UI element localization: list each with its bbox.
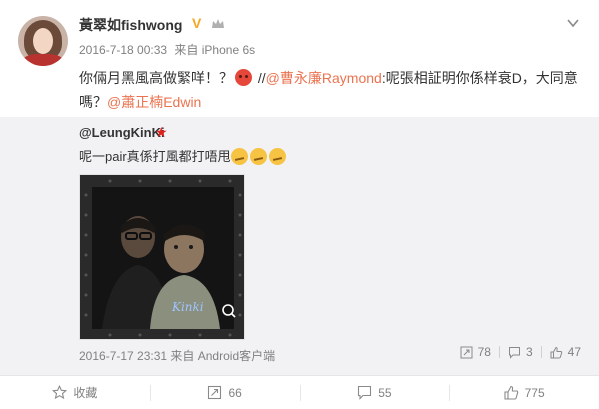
chevron-down-icon[interactable]: [566, 16, 580, 30]
crown-icon[interactable]: [211, 18, 225, 30]
post-timestamp[interactable]: 2016-7-18 00:33: [79, 43, 167, 57]
avatar-face: [33, 28, 53, 54]
repost-icon: [460, 346, 473, 358]
star-icon: ★: [155, 124, 168, 140]
angry-emoji-icon: [235, 69, 252, 86]
repost-comments-count: 3: [525, 345, 533, 359]
repost-author[interactable]: @LeungKinKi: [79, 125, 165, 140]
stat-divider: [540, 346, 542, 358]
comment-button[interactable]: 55: [299, 376, 450, 409]
weibo-post: 黃翠如fishwong V 2016-7-18 00:33 来自 iPhone …: [0, 0, 599, 409]
comment-icon: [358, 385, 372, 400]
repost-icon: [208, 385, 222, 400]
favorite-icon: [52, 385, 68, 400]
repost-timestamp[interactable]: 2016-7-17 23:31: [79, 349, 167, 363]
photo-watermark: Kinki: [171, 300, 204, 314]
smirk-emoji-icon: [230, 148, 248, 165]
repost-text: 呢一pair真係打風都打唔甩: [79, 146, 288, 168]
repost-likes[interactable]: 47: [550, 345, 581, 359]
action-bar: 收藏 66 55 775: [0, 375, 599, 409]
like-count: 775: [524, 385, 545, 400]
repost-block: @LeungKinKi ★ 呢一pair真係打風都打唔甩 Kinki 2016-…: [0, 117, 599, 375]
mention-link[interactable]: @蕭正楠Edwin: [107, 94, 201, 110]
smirk-emoji-icon: [268, 148, 286, 165]
comment-icon: [508, 346, 520, 359]
repost-meta: 2016-7-17 23:31 来自 Android客户端: [79, 347, 275, 364]
repost-count: 66: [228, 385, 242, 400]
avatar[interactable]: [18, 16, 68, 66]
post-meta: 2016-7-18 00:33 来自 iPhone 6s: [79, 41, 259, 58]
favorite-label: 收藏: [73, 386, 98, 400]
favorite-button[interactable]: 收藏: [0, 376, 150, 409]
repost-text-content: 呢一pair真係打風都打唔甩: [79, 149, 231, 164]
comment-count: 55: [378, 385, 392, 400]
like-icon: [550, 346, 562, 358]
avatar-shirt: [22, 54, 64, 66]
post-text: 你倆月黑風高做緊咩！？ //@曹永廉Raymond:呢張相証明你係样衰D，大同意…: [79, 66, 579, 114]
like-icon: [504, 385, 518, 400]
stat-divider: [498, 346, 500, 358]
post-username[interactable]: 黃翠如fishwong: [79, 15, 182, 35]
mention-link[interactable]: @曹永廉Raymond: [266, 70, 382, 86]
post-text-separator: //: [254, 70, 266, 86]
repost-comments[interactable]: 3: [508, 345, 533, 359]
repost-reposts-count: 78: [477, 345, 491, 359]
repost-reposts[interactable]: 78: [460, 345, 491, 359]
repost-stats: 78 3 47: [452, 345, 581, 359]
like-button[interactable]: 775: [449, 376, 599, 409]
post-source: 来自 iPhone 6s: [174, 43, 256, 57]
smirk-emoji-icon: [249, 148, 267, 165]
repost-source: 来自 Android客户端: [170, 349, 276, 363]
post-text-part1: 你倆月黑風高做緊咩！？: [79, 70, 233, 86]
repost-button[interactable]: 66: [149, 376, 300, 409]
repost-likes-count: 47: [567, 345, 581, 359]
zoom-icon[interactable]: [221, 303, 237, 319]
verified-badge: V: [192, 15, 202, 31]
